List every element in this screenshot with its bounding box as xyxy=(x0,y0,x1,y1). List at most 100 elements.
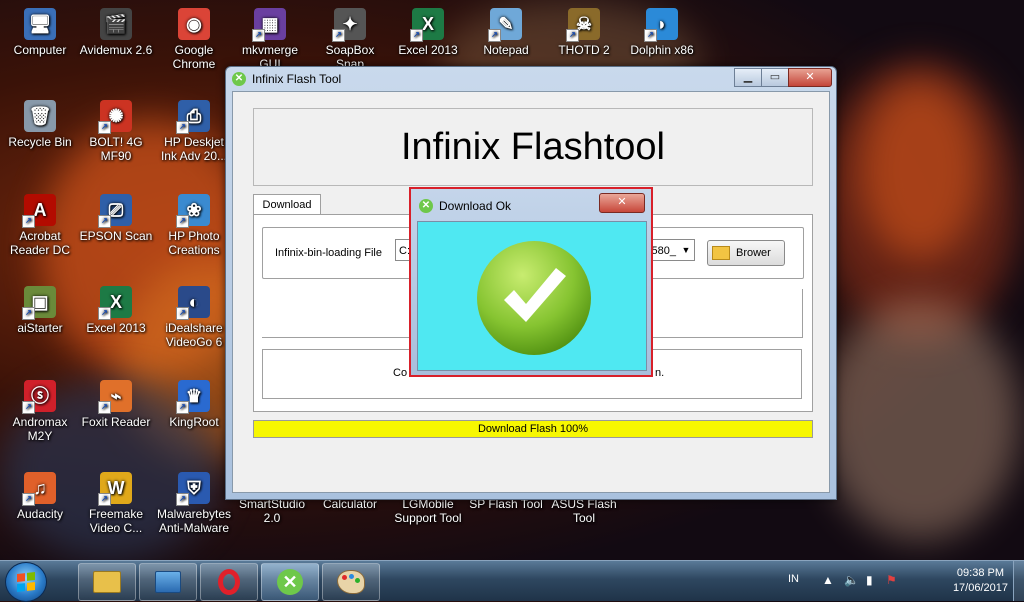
desktop-icon-label: Excel 2013 xyxy=(398,43,458,57)
browse-button-label: Brower xyxy=(736,247,771,259)
system-tray: IN ▲ 🔈 ▮ ⚑ 09:38 PM 17/06/2017 xyxy=(788,561,1024,601)
desktop-icon-label: LGMobile Support Tool xyxy=(394,497,462,525)
desktop-app-icon: X ↗ xyxy=(410,8,444,42)
show-desktop-button[interactable] xyxy=(1013,561,1024,601)
close-button[interactable]: ✕ xyxy=(788,68,832,87)
taskbar-opera[interactable] xyxy=(200,563,258,601)
desktop-app-icon: X ↗ xyxy=(98,286,132,320)
desktop-icon[interactable]: ♛ ↗ KingRoot xyxy=(156,380,232,429)
chevron-down-icon[interactable]: ▼ xyxy=(678,240,694,260)
desktop-icon[interactable]: 🗑 Recycle Bin xyxy=(2,100,78,149)
tab-download[interactable]: Download xyxy=(253,194,321,215)
desktop-icon[interactable]: ⌁ ↗ Foxit Reader xyxy=(78,380,154,429)
desktop-icon[interactable]: ♫ ↗ Audacity xyxy=(2,472,78,521)
desktop-icon-label: Malwarebytes Anti-Malware xyxy=(156,507,232,535)
shortcut-arrow-icon: ↗ xyxy=(410,29,423,42)
success-check-icon xyxy=(477,241,591,355)
desktop-icon[interactable]: ✎ ↗ Notepad xyxy=(468,8,544,57)
desktop-icon[interactable]: W ↗ Freemake Video C... xyxy=(78,472,154,535)
paint-palette-icon xyxy=(337,570,365,594)
show-hidden-icons-icon[interactable]: ▲ xyxy=(822,573,834,587)
browse-button[interactable]: Brower xyxy=(707,240,785,266)
taskbar: ✕ IN ▲ 🔈 ▮ ⚑ 09:38 PM 17/06/2017 xyxy=(0,560,1024,602)
shortcut-arrow-icon: ↗ xyxy=(332,29,345,42)
desktop-app-icon: W ↗ xyxy=(98,472,132,506)
window-title: Infinix Flash Tool xyxy=(252,72,342,86)
desktop-app-icon: ▦ ↗ xyxy=(252,8,286,42)
volume-icon[interactable]: 🔈 xyxy=(844,573,859,587)
dialog-close-button[interactable]: ✕ xyxy=(599,193,645,213)
action-center-icon[interactable]: ⚑ xyxy=(886,573,897,587)
shortcut-arrow-icon: ↗ xyxy=(176,121,189,134)
taskbar-clock[interactable]: 09:38 PM 17/06/2017 xyxy=(953,566,1008,596)
desktop-icon[interactable]: ⎚ ↗ EPSON Scan xyxy=(78,194,154,243)
desktop-app-icon: 🎬 xyxy=(100,8,132,40)
desktop-icon[interactable]: ❀ ↗ HP Photo Creations xyxy=(156,194,232,257)
desktop-icon-label: KingRoot xyxy=(169,415,219,429)
desktop-icon[interactable]: A ↗ Acrobat Reader DC xyxy=(2,194,78,257)
desktop-icon-label: Recycle Bin xyxy=(8,135,72,149)
desktop-icon[interactable]: ◗ ↗ Dolphin x86 xyxy=(624,8,700,57)
desktop-icon[interactable]: ⓢ ↗ Andromax M2Y xyxy=(2,380,78,443)
desktop-app-icon: ◉ xyxy=(178,8,210,40)
folder-icon xyxy=(712,246,730,260)
desktop-app-icon: ♫ ↗ xyxy=(22,472,56,506)
desktop-icon[interactable]: ☠ ↗ THOTD 2 xyxy=(546,8,622,57)
desktop-icon[interactable]: ◉ Google Chrome xyxy=(156,8,232,71)
desktop-icon[interactable]: ✦ ↗ SoapBox Snap xyxy=(312,8,388,71)
desktop-icon[interactable]: X ↗ Excel 2013 xyxy=(78,286,154,335)
desktop-icon-label: iDealshare VideoGo 6 xyxy=(165,321,223,349)
windows-logo-icon xyxy=(17,572,35,592)
shortcut-arrow-icon: ↗ xyxy=(176,307,189,320)
taskbar-paint[interactable] xyxy=(322,563,380,601)
desktop-app-icon: ✦ ↗ xyxy=(332,8,366,42)
desktop-app-icon: ♛ ↗ xyxy=(176,380,210,414)
desktop-icon[interactable]: ✺ ↗ BOLT! 4G MF90 xyxy=(78,100,154,163)
desktop-icon[interactable]: 🖥 Computer xyxy=(2,8,78,57)
shortcut-arrow-icon: ↗ xyxy=(488,29,501,42)
dialog-body xyxy=(417,221,647,371)
start-button[interactable] xyxy=(5,562,47,602)
shortcut-arrow-icon: ↗ xyxy=(22,215,35,228)
desktop-icon[interactable]: ◐ ↗ iDealshare VideoGo 6 xyxy=(156,286,232,349)
desktop-icon[interactable]: ⛨ ↗ Malwarebytes Anti-Malware xyxy=(156,472,232,535)
shortcut-arrow-icon: ↗ xyxy=(98,493,111,506)
shortcut-arrow-icon: ↗ xyxy=(98,401,111,414)
desktop-app-icon: ⓢ ↗ xyxy=(22,380,56,414)
desktop-icon-label: Audacity xyxy=(16,507,64,521)
minimize-button[interactable]: ▁ xyxy=(734,68,762,87)
taskbar-control-panel[interactable] xyxy=(139,563,197,601)
maximize-button[interactable]: ▭ xyxy=(761,68,789,87)
desktop-icon-label: Excel 2013 xyxy=(86,321,146,335)
status-message-end: n. xyxy=(655,367,665,379)
desktop-app-icon: ✎ ↗ xyxy=(488,8,522,42)
language-indicator[interactable]: IN xyxy=(788,573,799,585)
desktop-icon-label: SmartStudio 2.0 xyxy=(238,497,306,525)
desktop-icon-label: aiStarter xyxy=(17,321,63,335)
desktop-icon[interactable]: ⎙ ↗ HP Deskjet Ink Adv 20... xyxy=(156,100,232,163)
desktop-icon-label: Andromax M2Y xyxy=(12,415,68,443)
desktop-icon[interactable]: ▦ ↗ mkvmerge GUI xyxy=(232,8,308,71)
folder-icon xyxy=(93,571,121,593)
desktop-icon-label: Foxit Reader xyxy=(81,415,151,429)
network-icon[interactable]: ▮ xyxy=(866,573,873,587)
desktop-icon-label: ASUS Flash Tool xyxy=(551,497,617,525)
shortcut-arrow-icon: ↗ xyxy=(566,29,579,42)
desktop-app-icon: ▣ ↗ xyxy=(22,286,56,320)
desktop-icon-label: HP Photo Creations xyxy=(168,229,220,257)
shortcut-arrow-icon: ↗ xyxy=(98,215,111,228)
desktop-app-icon: ❀ ↗ xyxy=(176,194,210,228)
desktop-icon[interactable]: ▣ ↗ aiStarter xyxy=(2,286,78,335)
clock-time: 09:38 PM xyxy=(956,567,1005,579)
taskbar-file-explorer[interactable] xyxy=(78,563,136,601)
desktop-icon-label: Dolphin x86 xyxy=(630,43,694,57)
desktop-icon[interactable]: X ↗ Excel 2013 xyxy=(390,8,466,57)
taskbar-infinix-flash-tool[interactable]: ✕ xyxy=(261,563,319,601)
desktop-icon[interactable]: 🎬 Avidemux 2.6 xyxy=(78,8,154,57)
desktop-icon-label: Avidemux 2.6 xyxy=(79,43,153,57)
progress-text: Download Flash 100% xyxy=(477,423,589,435)
dialog-titlebar[interactable]: ✕ Download Ok xyxy=(419,199,511,213)
desktop-app-icon: ☠ ↗ xyxy=(566,8,600,42)
window-controls: ▁ ▭ ✕ xyxy=(734,68,832,87)
download-ok-dialog[interactable]: ✕ Download Ok ✕ xyxy=(409,187,653,377)
